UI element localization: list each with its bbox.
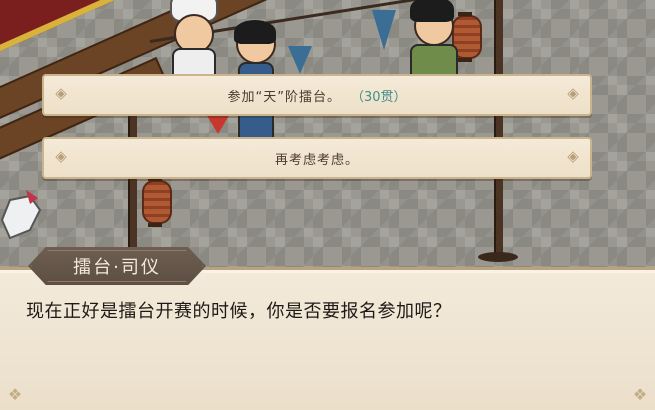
diamond-ornament-icon: ◈ [55, 84, 67, 102]
choice-reconsider[interactable]: ◈ 再考虑考虑。 ◈ [42, 137, 592, 179]
diamond-ornament-icon: ◈ [55, 147, 67, 165]
arena-pole [494, 0, 503, 260]
choice-join-arena[interactable]: ◈ 参加“天”阶擂台。 （30贯） ◈ [42, 74, 592, 116]
diamond-ornament-icon: ◈ [567, 147, 579, 165]
speaker-nameplate: 擂台·司仪 [28, 247, 206, 285]
white-crane [0, 190, 42, 240]
banner-flag [372, 10, 396, 50]
speaker-name: 擂台·司仪 [73, 257, 161, 278]
dialogue-box[interactable]: ❖ ❖ [0, 267, 655, 410]
dialogue-text: 现在正好是擂台开赛的时候，你是否要报名参加呢？ [26, 301, 452, 322]
choice-label: 参加“天”阶擂台。 [227, 89, 341, 105]
corner-ornament-icon: ❖ [632, 385, 648, 404]
choice-cost: （30贯） [350, 89, 407, 105]
arena-pole [128, 100, 137, 270]
banner-flag [288, 46, 312, 74]
diamond-ornament-icon: ◈ [567, 84, 579, 102]
banner-flag [206, 114, 230, 134]
pole-base [478, 252, 518, 262]
lantern [142, 177, 172, 227]
choice-label: 再考虑考虑。 [274, 152, 359, 168]
corner-ornament-icon: ❖ [7, 385, 23, 404]
